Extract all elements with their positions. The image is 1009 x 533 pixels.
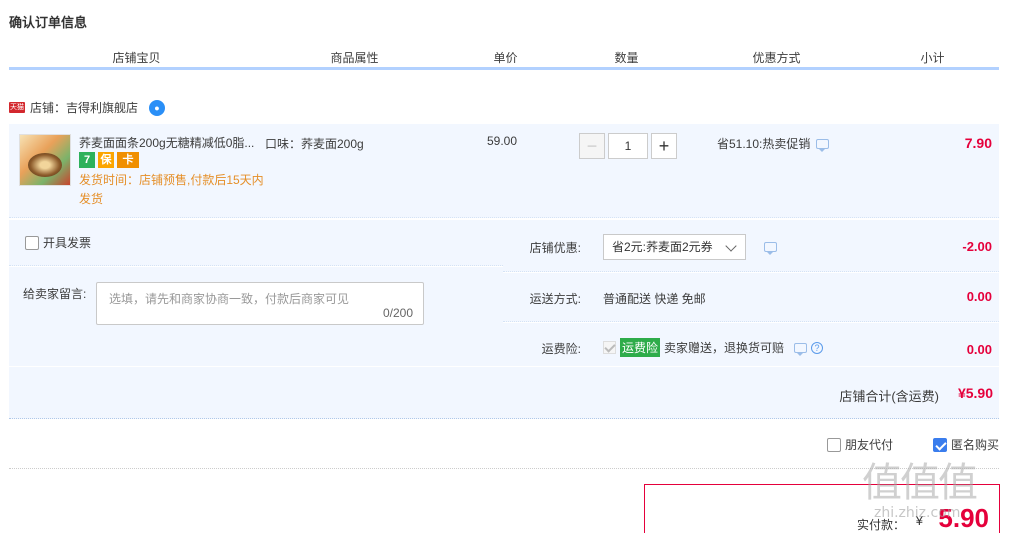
decrease-button[interactable]: − [579,133,605,159]
column-unit-price: 单价 [445,48,567,67]
insurance-row: 运费险: 运费险 卖家赠送，退换货可赔 ? 0.00 [503,323,999,366]
shop-header: 天猫 店铺：吉得利旗舰店 ● [9,99,166,116]
column-subtotal: 小计 [867,48,999,67]
shop-total-amount: ¥5.90 [957,385,993,401]
order-summary-panel: 店铺优惠: 省2元:荞麦面2元券 -2.00 运送方式: 普通配送 快递 免邮 … [503,220,999,366]
invoice-label: 开具发票 [43,236,92,250]
coupon-select-value: 省2元:荞麦面2元券 [612,240,713,254]
column-attribute: 商品属性 [265,48,445,67]
help-icon[interactable]: ? [811,341,824,354]
insurance-amount: 0.00 [966,342,992,357]
insurance-text: 卖家赠送，退换货可赔 [664,341,785,355]
unit-price: 59.00 [487,134,518,148]
increase-button[interactable]: + [651,133,677,159]
shipping-amount: 0.00 [966,289,992,304]
shipping-value: 普通配送 快递 免邮 [603,292,706,306]
invoice-checkbox[interactable] [25,235,39,250]
credit-card-icon[interactable]: 卡 [117,152,139,168]
column-shop-item: 店铺宝贝 [9,48,265,67]
page-title: 确认订单信息 [9,15,88,30]
shop-discount-value: 省2元:荞麦面2元券 [603,234,777,260]
friend-pay-checkbox[interactable] [826,437,841,452]
insurance-value: 运费险 卖家赠送，退换货可赔 ? [603,338,824,357]
service-badges: 7 保 卡 [79,152,139,168]
shop-total-row: 店铺合计(含运费) ¥5.90 [9,367,999,419]
message-counter: 0/200 [382,306,413,320]
message-placeholder: 选填，请先和商家协商一致，付款后商家可见 [109,292,350,306]
product-thumbnail[interactable] [19,134,71,186]
message-label: 给卖家留言: [23,287,87,301]
column-header: 店铺宝贝 商品属性 单价 数量 优惠方式 小计 [9,48,999,70]
message-textarea[interactable]: 选填，请先和商家协商一致，付款后商家可见 0/200 [96,282,424,325]
chat-wangwang-icon[interactable]: ● [149,99,166,116]
tmall-icon: 天猫 [9,102,25,113]
watermark-logo: 值值值 [862,460,978,506]
invoice-row: 开具发票 [9,220,503,266]
coupon-select[interactable]: 省2元:荞麦面2元券 [603,234,746,260]
order-item-row: 荞麦面面条200g无糖精减低0脂... 7 保 卡 发货时间：店铺预售,付款后1… [9,124,999,218]
seven-day-return-icon[interactable]: 7 [79,152,95,168]
buyer-options-panel: 开具发票 给卖家留言: 选填，请先和商家协商一致，付款后商家可见 0/200 [9,220,503,366]
column-promotion: 优惠方式 [687,48,867,67]
product-attribute: 口味：荞麦面200g [265,137,364,151]
shop-total-label: 店铺合计(含运费) [839,389,939,404]
chevron-down-icon [725,240,737,252]
insurance-checkbox [603,341,616,354]
shipping-label: 运送方式: [529,292,581,306]
invoice-option[interactable]: 开具发票 [25,234,91,251]
comment-icon[interactable] [794,342,808,356]
shop-discount-amount: -2.00 [962,239,992,254]
guarantee-icon[interactable]: 保 [98,152,114,168]
watermark-url: zhi.zhiz.com [874,505,961,521]
insurance-label: 运费险: [541,342,581,356]
promotion: 省51.10:热卖促销 [717,135,830,152]
shop-discount-label: 店铺优惠: [529,241,581,255]
comment-icon[interactable] [764,242,777,255]
shipping-row: 运送方式: 普通配送 快递 免邮 0.00 [503,273,999,322]
promotion-text: 省51.10:热卖促销 [717,137,811,151]
divider [9,468,999,469]
product-name[interactable]: 荞麦面面条200g无糖精减低0脂... [79,134,261,151]
comment-icon[interactable] [816,138,830,152]
column-quantity: 数量 [567,48,687,67]
quantity-stepper: − 1 + [579,133,677,159]
shop-discount-row: 店铺优惠: 省2元:荞麦面2元券 -2.00 [503,220,999,272]
quantity-input[interactable]: 1 [608,133,648,159]
shop-name[interactable]: 店铺：吉得利旗舰店 [30,99,138,116]
ship-time: 发货时间：店铺预售,付款后15天内发货 [79,173,264,206]
item-subtotal: 7.90 [964,135,992,151]
message-row: 给卖家留言: 选填，请先和商家协商一致，付款后商家可见 0/200 [9,267,503,366]
insurance-tag: 运费险 [620,338,661,357]
